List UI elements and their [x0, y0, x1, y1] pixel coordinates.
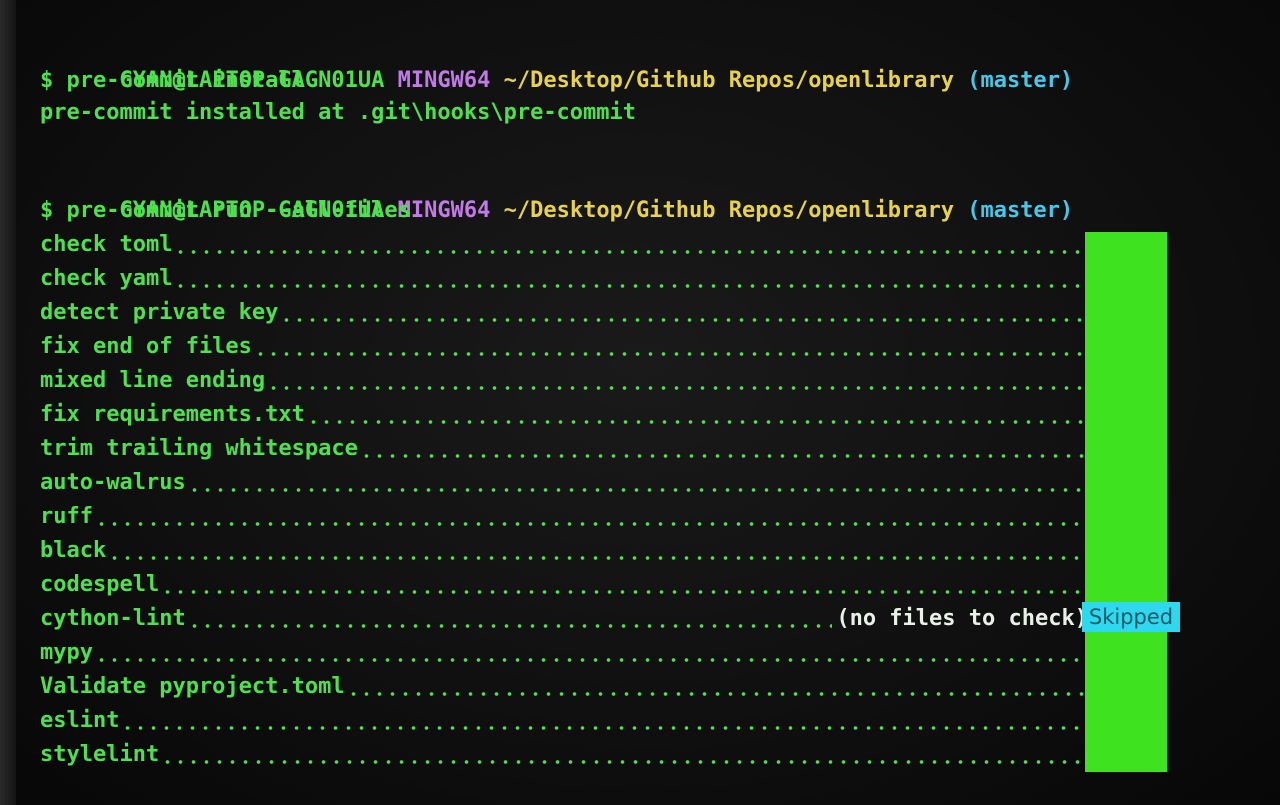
- monitor-bezel: [0, 0, 16, 805]
- hook-row: ruff: [40, 502, 1088, 532]
- prompt-line-2: GYAN@LAPTOP-GAGN01UA MINGW64 ~/Desktop/G…: [40, 166, 1073, 223]
- hook-note: (no files to check): [836, 606, 1088, 631]
- leader-dots: [187, 624, 833, 628]
- leader-dots: [187, 488, 1084, 492]
- leader-dots: [174, 250, 1084, 254]
- leader-dots: [161, 590, 1084, 594]
- hook-name: trim trailing whitespace: [40, 436, 358, 461]
- hook-row: auto-walrus: [40, 468, 1088, 498]
- hook-row: mypy: [40, 638, 1088, 668]
- hook-name: eslint: [40, 708, 120, 733]
- leader-dots: [280, 318, 1084, 322]
- hook-row: trim trailing whitespace: [40, 434, 1088, 464]
- skipped-badge: Skipped: [1082, 602, 1180, 632]
- leader-dots: [346, 692, 1084, 696]
- hook-name: detect private key: [40, 300, 279, 325]
- passed-status-column: [1085, 232, 1167, 772]
- hook-name: black: [40, 538, 107, 563]
- leader-dots: [174, 284, 1084, 288]
- output-line-1: pre-commit installed at .git\hooks\pre-c…: [40, 100, 637, 125]
- hook-name: Validate pyproject.toml: [40, 674, 345, 699]
- hook-row: codespell: [40, 570, 1088, 600]
- leader-dots: [253, 352, 1084, 356]
- hook-row: check yaml: [40, 264, 1088, 294]
- prompt-system: MINGW64: [397, 68, 491, 93]
- prompt-path: ~/Desktop/Github Repos/openlibrary: [503, 68, 954, 93]
- hook-row: fix requirements.txt: [40, 400, 1088, 430]
- hook-name: check yaml: [40, 266, 173, 291]
- prompt-system: MINGW64: [397, 198, 491, 223]
- hook-row: mixed line ending: [40, 366, 1088, 396]
- hook-row: detect private key: [40, 298, 1088, 328]
- leader-dots: [94, 522, 1084, 526]
- hook-row: Validate pyproject.toml: [40, 672, 1088, 702]
- leader-dots: [108, 556, 1084, 560]
- hook-row: cython-lint (no files to check): [40, 604, 1088, 634]
- leader-dots: [94, 658, 1084, 662]
- leader-dots: [121, 726, 1084, 730]
- hook-name: mixed line ending: [40, 368, 266, 393]
- terminal-screen: GYAN@LAPTOP-GAGN01UA MINGW64 ~/Desktop/G…: [0, 0, 1280, 805]
- prompt-path: ~/Desktop/Github Repos/openlibrary: [503, 198, 954, 223]
- leader-dots: [306, 420, 1084, 424]
- prompt-line-1: GYAN@LAPTOP-GAGN01UA MINGW64 ~/Desktop/G…: [40, 36, 1073, 93]
- hook-name: mypy: [40, 640, 93, 665]
- hook-name: stylelint: [40, 742, 160, 767]
- hook-row: fix end of files: [40, 332, 1088, 362]
- leader-dots: [267, 386, 1084, 390]
- hook-row: stylelint: [40, 740, 1088, 770]
- prompt-branch: (master): [967, 198, 1074, 223]
- hook-name: ruff: [40, 504, 93, 529]
- hook-name: codespell: [40, 572, 160, 597]
- hook-name: auto-walrus: [40, 470, 186, 495]
- hook-row: eslint: [40, 706, 1088, 736]
- command-line-2: $ pre-commit run --all-files: [40, 198, 411, 223]
- prompt-branch: (master): [967, 68, 1074, 93]
- leader-dots: [359, 454, 1084, 458]
- hook-name: fix end of files: [40, 334, 252, 359]
- hook-name: check toml: [40, 232, 173, 257]
- hook-row: black: [40, 536, 1088, 566]
- hook-name: fix requirements.txt: [40, 402, 305, 427]
- terminal-window[interactable]: GYAN@LAPTOP-GAGN01UA MINGW64 ~/Desktop/G…: [40, 30, 1200, 790]
- hook-row: check toml: [40, 230, 1088, 260]
- hook-name: cython-lint: [40, 606, 186, 631]
- leader-dots: [161, 760, 1084, 764]
- command-line-1: $ pre-commit install: [40, 68, 305, 93]
